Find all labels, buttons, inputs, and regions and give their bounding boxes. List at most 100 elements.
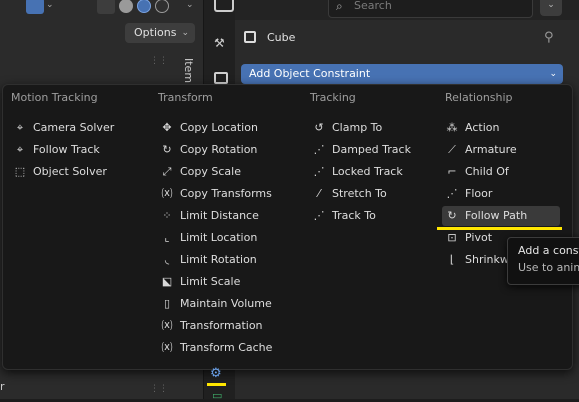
overlay-toggle-button[interactable] [26,0,44,14]
menu-item-label: Transformation [180,319,263,332]
menu-item-label: Track To [332,209,376,222]
menu-item-label: Pivot [465,231,493,244]
menu-item-floor[interactable]: ⋰ Floor [442,184,563,204]
sidebar-tab-item[interactable]: Item [182,58,195,83]
tooltip-description: Use to animate [518,261,579,274]
armature-icon: ⟋ [448,143,456,156]
menu-item-label: Limit Location [180,231,258,244]
menu-item-limit-location[interactable]: ⌞ Limit Location [160,228,295,248]
limit-rotation-icon: ◟ [164,253,170,266]
menu-item-transformation[interactable]: ⒳ Transformation [160,316,295,336]
transform-cache-icon: ⒳ [161,341,173,354]
menu-item-action[interactable]: ⁂ Action [442,118,563,138]
menu-item-copy-location[interactable]: ✥ Copy Location [160,118,295,138]
chevron-down-icon: ⌄ [549,69,557,79]
limit-scale-icon: ⬕ [161,275,173,288]
overlay-dropdown-icon[interactable]: ⌄ [46,0,54,10]
stretch-to-icon: ⁄ [318,187,320,200]
grip-handle-icon[interactable]: ⋮⋮ [150,56,168,66]
search-placeholder: Search [354,0,392,12]
render-tab-icon[interactable] [214,72,228,84]
copy-transforms-icon: ⒳ [161,187,173,200]
menu-item-limit-rotation[interactable]: ◟ Limit Rotation [160,250,295,270]
menu-item-locked-track[interactable]: ⋰ Locked Track [312,162,432,182]
menu-item-child-of[interactable]: ⌐ Child Of [442,162,563,182]
menu-item-label: Limit Scale [180,275,241,288]
follow-path-icon: ↻ [447,209,457,222]
highlight-underline [207,383,226,386]
maintain-volume-icon: ▯ [163,297,171,310]
menu-item-follow-track[interactable]: ⌖ Follow Track [13,140,143,160]
menu-item-clamp-to[interactable]: ↺ Clamp To [312,118,432,138]
chevron-down-icon: ⌄ [181,28,189,38]
add-object-constraint-button[interactable]: Add Object Constraint ⌄ [241,64,563,84]
search-icon: ⌕ [336,0,343,13]
menu-item-label: Object Solver [33,165,107,178]
menu-item-follow-path[interactable]: ↻ Follow Path [442,206,560,226]
pin-icon[interactable]: ⚲ [544,30,554,45]
menu-item-label: Action [465,121,500,134]
menu-column-title: Motion Tracking [11,91,98,104]
options-label: Options [134,26,177,39]
menu-item-limit-scale[interactable]: ⬕ Limit Scale [160,272,295,292]
floor-icon: ⋰ [446,187,458,200]
viewport-header: ⌄ ⌄ [0,0,203,22]
editor-type-icon[interactable] [214,0,234,12]
child-of-icon: ⌐ [447,165,457,178]
menu-item-label: Stretch To [332,187,387,200]
menu-item-label: Locked Track [332,165,403,178]
copy-location-icon: ✥ [162,121,172,134]
menu-item-stretch-to[interactable]: ⁄ Stretch To [312,184,432,204]
menu-item-label: Limit Rotation [180,253,257,266]
limit-location-icon: ⌞ [164,231,170,244]
copy-rotation-icon: ↻ [162,143,172,156]
xray-toggle-button[interactable] [97,0,115,14]
menu-item-limit-distance[interactable]: ⁘ Limit Distance [160,206,295,226]
solid-shading-button[interactable] [119,0,133,13]
damped-track-icon: ⋰ [313,143,325,156]
shading-dropdown-icon[interactable]: ⌄ [186,0,194,10]
menu-column-title: Relationship [445,91,513,104]
options-dropdown-button[interactable]: ⌄ [540,0,562,16]
menu-item-copy-transforms[interactable]: ⒳ Copy Transforms [160,184,295,204]
menu-item-object-solver[interactable]: ⬚ Object Solver [13,162,143,182]
shrinkwrap-icon: ⌊ [449,253,455,266]
data-tab-icon[interactable]: ▭ [212,389,222,402]
menu-item-label: Copy Scale [180,165,241,178]
camera-solver-icon: ⌖ [16,121,24,134]
material-shading-button[interactable] [137,0,151,13]
options-button[interactable]: Options ⌄ [125,23,195,43]
menu-item-camera-solver[interactable]: ⌖ Camera Solver [13,118,143,138]
menu-item-label: Camera Solver [33,121,115,134]
menu-item-label: Copy Location [180,121,258,134]
viewport-text: r [0,380,5,393]
limit-distance-icon: ⁘ [162,209,172,222]
menu-item-label: Armature [465,143,517,156]
menu-item-track-to[interactable]: ⋰ Track To [312,206,432,226]
action-icon: ⁂ [446,121,458,134]
menu-item-label: Maintain Volume [180,297,272,310]
menu-item-label: Transform Cache [180,341,273,354]
tooltip: Add a constraint Use to animate [507,237,579,285]
object-icon [244,31,256,43]
menu-item-damped-track[interactable]: ⋰ Damped Track [312,140,432,160]
track-to-icon: ⋰ [313,209,325,222]
object-name: Cube [267,31,296,44]
rendered-shading-button[interactable] [155,0,169,13]
transformation-icon: ⒳ [161,319,173,332]
menu-item-label: Copy Transforms [180,187,272,200]
menu-item-copy-rotation[interactable]: ↻ Copy Rotation [160,140,295,160]
menu-column-title: Tracking [310,91,356,104]
menu-item-maintain-volume[interactable]: ▯ Maintain Volume [160,294,295,314]
pivot-icon: ⊡ [447,231,457,244]
menu-item-transform-cache[interactable]: ⒳ Transform Cache [160,338,295,358]
menu-item-armature[interactable]: ⟋ Armature [442,140,563,160]
menu-item-copy-scale[interactable]: ⤢ Copy Scale [160,162,295,182]
highlight-underline [437,227,562,230]
menu-item-label: Damped Track [332,143,411,156]
locked-track-icon: ⋰ [313,165,325,178]
tool-tab-icon[interactable]: ⚒ [214,36,225,50]
grip-handle-icon[interactable]: ⋮⋮ [150,384,168,394]
menu-item-label: Follow Path [465,209,528,222]
constraint-tab-icon[interactable]: ⚙ [210,366,222,381]
